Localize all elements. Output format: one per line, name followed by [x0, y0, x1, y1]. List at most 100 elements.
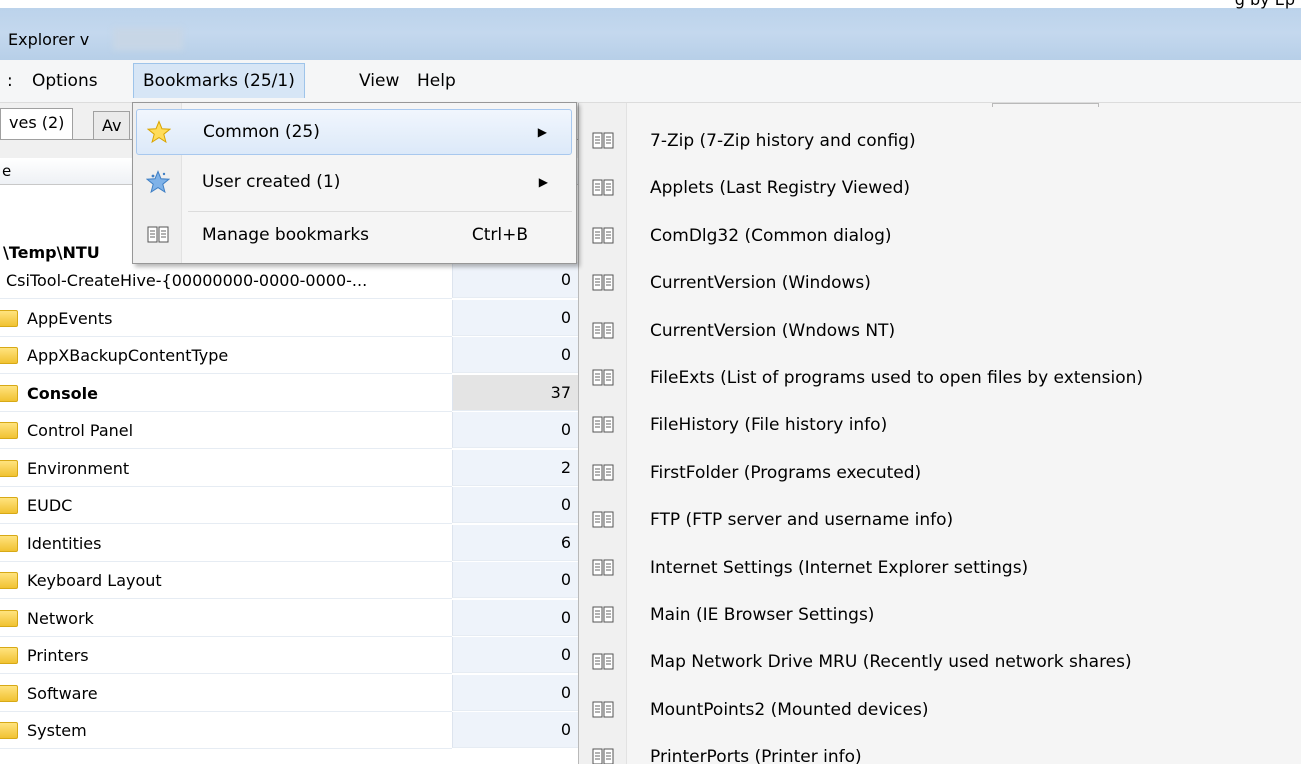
book-icon: [579, 415, 627, 435]
tree-row[interactable]: Console 37: [0, 375, 580, 412]
tree-row-count: 0: [452, 262, 578, 298]
menu-item-manage-bookmarks[interactable]: Manage bookmarks Ctrl+B: [136, 212, 572, 258]
tree-row-name[interactable]: Environment: [0, 450, 452, 487]
folder-icon: [0, 571, 18, 589]
menu-item-common[interactable]: Common (25) ▶: [136, 109, 572, 155]
tree-row-label: Network: [27, 608, 94, 628]
submenu-item[interactable]: CurrentVersion (Wndows NT): [579, 307, 1301, 354]
tree-row[interactable]: Network 0: [0, 600, 580, 637]
submenu-item-label: FTP (FTP server and username info): [650, 509, 954, 530]
tree-row[interactable]: AppXBackupContentType 0: [0, 337, 580, 374]
bookmarks-dropdown: Common (25) ▶ User created (1) ▶ Manage …: [132, 102, 577, 264]
redacted-version: [113, 28, 183, 50]
tree-row-count: 2: [452, 450, 578, 486]
submenu-item-label: CurrentVersion (Wndows NT): [650, 320, 896, 341]
folder-icon: [0, 534, 18, 552]
submenu-item[interactable]: FirstFolder (Programs executed): [579, 449, 1301, 496]
submenu-item[interactable]: FTP (FTP server and username info): [579, 496, 1301, 543]
app-window: g by Ep Explorer v : Options Bookmarks (…: [0, 0, 1301, 764]
tree-row-label: Environment: [27, 458, 130, 478]
submenu-item-label: PrinterPorts (Printer info): [650, 746, 862, 764]
tree-row[interactable]: CsiTool-CreateHive-{00000000-0000-0000-.…: [0, 262, 580, 299]
book-icon: [579, 463, 627, 483]
submenu-item[interactable]: MountPoints2 (Mounted devices): [579, 686, 1301, 733]
tree-row-count: 0: [452, 712, 578, 748]
book-icon: [579, 178, 627, 198]
tree-row-name[interactable]: Keyboard Layout: [0, 562, 452, 599]
submenu-item[interactable]: PrinterPorts (Printer info): [579, 733, 1301, 764]
book-icon: [579, 700, 627, 720]
tree-row-name[interactable]: EUDC: [0, 487, 452, 524]
submenu-item-label: FileExts (List of programs used to open …: [650, 367, 1144, 388]
submenu-item[interactable]: Map Network Drive MRU (Recently used net…: [579, 638, 1301, 685]
tree-row-name[interactable]: Control Panel: [0, 412, 452, 449]
tree-row-name[interactable]: CsiTool-CreateHive-{00000000-0000-0000-.…: [0, 262, 452, 299]
menu-bookmarks[interactable]: Bookmarks (25/1): [133, 63, 305, 98]
menu-help[interactable]: Help: [417, 71, 456, 91]
submenu-item[interactable]: Applets (Last Registry Viewed): [579, 164, 1301, 211]
tree-row[interactable]: System 0: [0, 712, 580, 749]
tree-row-name[interactable]: Software: [0, 675, 452, 712]
submenu-arrow-icon: ▶: [537, 125, 547, 139]
title-bar: g by Ep Explorer v: [0, 0, 1301, 60]
book-icon: [579, 368, 627, 388]
submenu-item-label: CurrentVersion (Windows): [650, 272, 871, 293]
submenu-item-label: Map Network Drive MRU (Recently used net…: [650, 651, 1132, 672]
tree-row-label: AppXBackupContentType: [27, 345, 229, 365]
tree-row[interactable]: AppEvents 0: [0, 300, 580, 337]
window-title: Explorer v: [8, 30, 90, 49]
tree-row[interactable]: Control Panel 0: [0, 412, 580, 449]
tree-row[interactable]: Software 0: [0, 675, 580, 712]
tree-row-name[interactable]: System: [0, 712, 452, 749]
folder-icon: [0, 459, 18, 477]
tree-row-name[interactable]: Printers: [0, 637, 452, 674]
tree-row-count: 0: [452, 675, 578, 711]
folder-icon: [0, 646, 18, 664]
tree-row-name[interactable]: Identities: [0, 525, 452, 562]
submenu-item-label: Main (IE Browser Settings): [650, 604, 875, 625]
submenu-item[interactable]: Internet Settings (Internet Explorer set…: [579, 544, 1301, 591]
menu-view[interactable]: View: [359, 71, 399, 91]
tree-row[interactable]: Printers 0: [0, 637, 580, 674]
tree-row[interactable]: Environment 2: [0, 450, 580, 487]
tree-row-count: 0: [452, 300, 578, 336]
star-icon: [137, 120, 181, 144]
top-strip: [0, 0, 1301, 8]
submenu-item[interactable]: FileHistory (File history info): [579, 401, 1301, 448]
tree-row-label: Console: [27, 383, 98, 403]
submenu-item[interactable]: CurrentVersion (Windows): [579, 259, 1301, 306]
submenu-item[interactable]: Main (IE Browser Settings): [579, 591, 1301, 638]
tree-row[interactable]: Identities 6: [0, 525, 580, 562]
blue-star-icon: [136, 170, 180, 194]
tree-row-count: 0: [452, 487, 578, 523]
tree-row-count: 0: [452, 637, 578, 673]
submenu-item-label: Internet Settings (Internet Explorer set…: [650, 557, 1029, 578]
book-icon: [579, 510, 627, 530]
book-icon: [579, 226, 627, 246]
menu-options[interactable]: Options: [32, 71, 98, 91]
menu-item-user-created-label: User created (1): [202, 172, 341, 192]
submenu-item-label: FileHistory (File history info): [650, 414, 888, 435]
tab-available[interactable]: Av: [93, 111, 131, 139]
tree-row-name[interactable]: Network: [0, 600, 452, 637]
tree-row[interactable]: EUDC 0: [0, 487, 580, 524]
tree-row-name[interactable]: AppXBackupContentType: [0, 337, 452, 374]
tree-row[interactable]: Keyboard Layout 0: [0, 562, 580, 599]
book-icon: [579, 131, 627, 151]
folder-icon: [0, 721, 18, 739]
tree-row-name[interactable]: Console: [0, 375, 452, 412]
tree-row-name[interactable]: AppEvents: [0, 300, 452, 337]
menu-item-user-created[interactable]: User created (1) ▶: [136, 159, 572, 205]
folder-icon: [0, 496, 18, 514]
background-control-edge: [992, 103, 1099, 107]
book-icon: [579, 273, 627, 293]
tab-hives[interactable]: ves (2): [0, 108, 74, 139]
book-icon: [579, 605, 627, 625]
menu-file-fragment[interactable]: :: [7, 71, 13, 91]
submenu-item[interactable]: FileExts (List of programs used to open …: [579, 354, 1301, 401]
submenu-item[interactable]: ComDlg32 (Common dialog): [579, 212, 1301, 259]
submenu-item[interactable]: 7-Zip (7-Zip history and config): [579, 117, 1301, 164]
menu-item-manage-label: Manage bookmarks: [202, 225, 370, 245]
folder-icon: [0, 609, 18, 627]
tree-row-count: 0: [452, 412, 578, 448]
